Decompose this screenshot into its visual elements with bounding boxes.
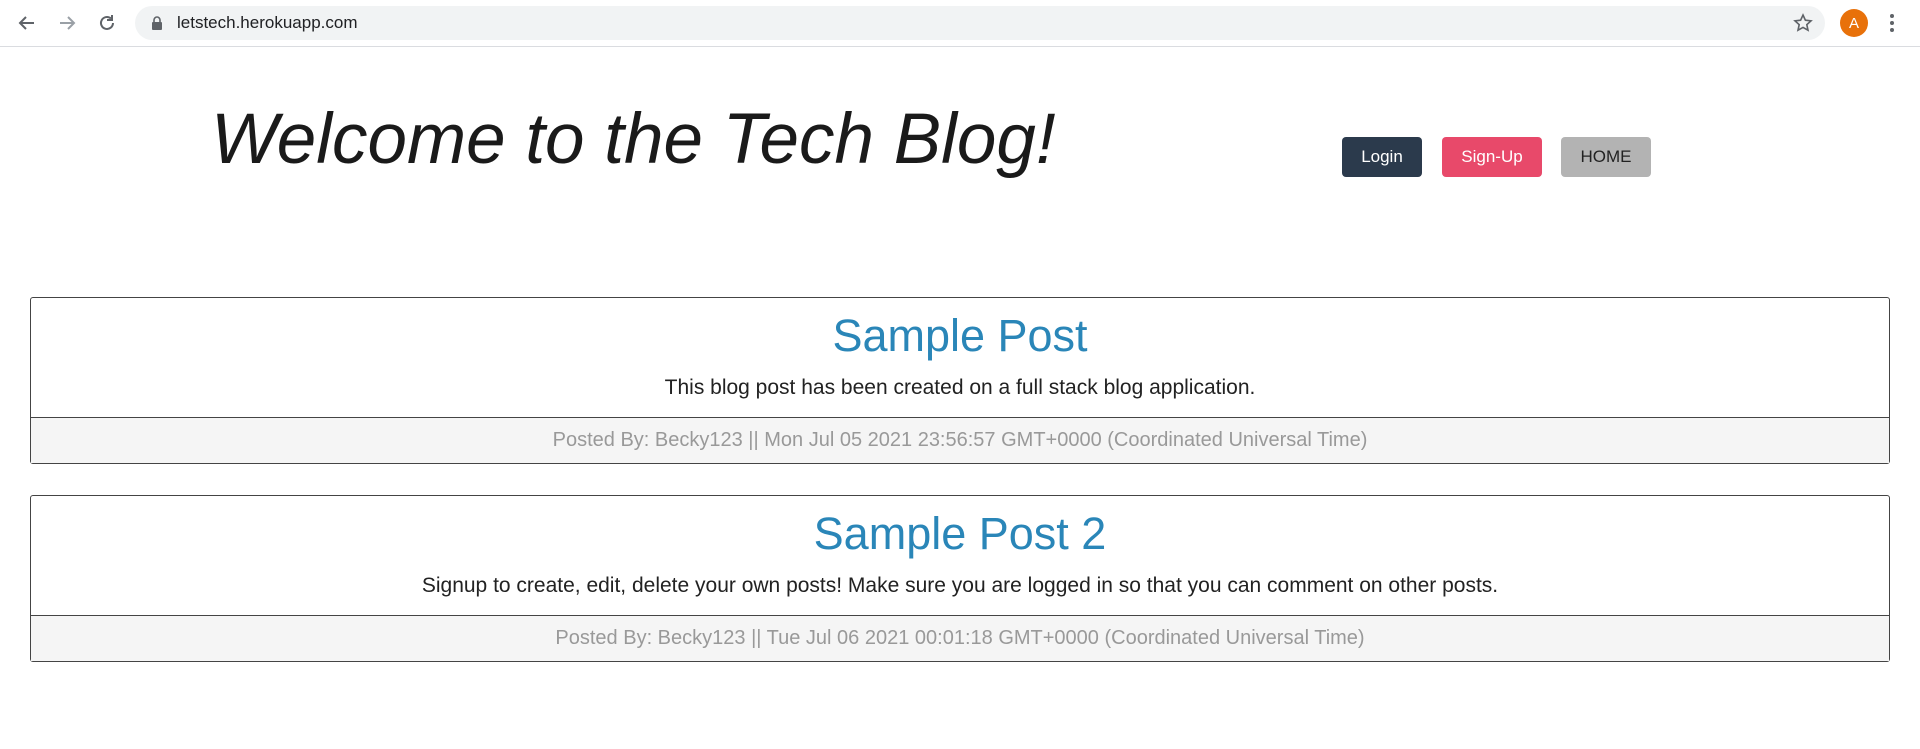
url-text: letstech.herokuapp.com [177,13,358,32]
post-title-link[interactable]: Sample Post [31,298,1889,362]
post-card: Sample Post 2 Signup to create, edit, de… [30,495,1890,662]
forward-arrow-icon [60,16,76,30]
forward-button[interactable] [52,8,82,38]
browser-toolbar: letstech.herokuapp.com A [0,0,1920,47]
post-footer: Posted By: Becky123 || Mon Jul 05 2021 2… [31,418,1889,463]
back-button[interactable] [12,8,42,38]
post-body: Sample Post 2 Signup to create, edit, de… [31,496,1889,616]
home-button[interactable]: HOME [1561,137,1651,177]
page-title: Welcome to the Tech Blog! [211,100,1056,179]
login-button[interactable]: Login [1342,137,1422,177]
signup-button[interactable]: Sign-Up [1442,137,1542,177]
reload-icon [100,15,114,30]
post-body: Sample Post This blog post has been crea… [31,298,1889,418]
back-arrow-icon [18,16,34,30]
post-footer: Posted By: Becky123 || Tue Jul 06 2021 0… [31,616,1889,661]
lock-icon [152,16,162,30]
address-bar[interactable]: letstech.herokuapp.com [135,6,1825,40]
reload-button[interactable] [92,8,122,38]
post-card: Sample Post This blog post has been crea… [30,297,1890,464]
post-content: Signup to create, edit, delete your own … [421,573,1499,597]
post-title-link[interactable]: Sample Post 2 [31,496,1889,560]
menu-kebab-icon[interactable] [1880,10,1904,36]
profile-avatar[interactable]: A [1840,9,1868,37]
bookmark-star-icon[interactable] [1793,13,1813,33]
post-content: This blog post has been created on a ful… [664,375,1256,399]
